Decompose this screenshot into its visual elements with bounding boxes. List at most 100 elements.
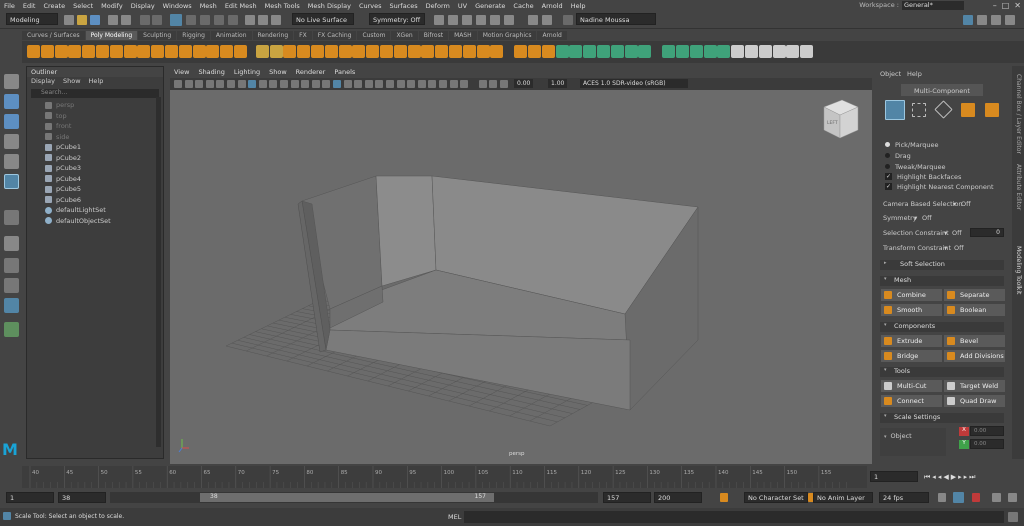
selection-constraint-arrow[interactable]: ▾: [944, 229, 947, 237]
bookmarks-icon[interactable]: [205, 80, 214, 88]
menu-edit[interactable]: Edit: [23, 2, 36, 10]
viewport-menu-show[interactable]: Show: [269, 68, 287, 78]
axis-y-field[interactable]: 0.00: [970, 439, 1004, 449]
sphere-icon[interactable]: [27, 45, 40, 58]
image-plane-icon[interactable]: [216, 80, 225, 88]
lasso-tool-icon[interactable]: [4, 94, 19, 109]
symmetry-arrow[interactable]: ▾: [914, 214, 917, 222]
reduce-icon[interactable]: [352, 45, 366, 58]
smooth-button[interactable]: Smooth: [881, 304, 942, 316]
pick-marquee-radio[interactable]: [885, 142, 890, 147]
svg-icon[interactable]: [269, 45, 283, 58]
move-tool-icon[interactable]: [4, 134, 19, 149]
scale-space-row[interactable]: ▾ Object: [880, 428, 946, 456]
user-account-dropdown[interactable]: Nadine Moussa: [576, 13, 656, 25]
script-editor-icon[interactable]: [1008, 512, 1018, 522]
menu-cache[interactable]: Cache: [513, 2, 533, 10]
auto-key-icon[interactable]: [953, 492, 964, 503]
outliner-search-input[interactable]: Search...: [31, 89, 159, 98]
symmetry-value[interactable]: Off: [922, 214, 932, 222]
center-pivot-icon[interactable]: [786, 45, 800, 58]
outliner-item-top[interactable]: top: [27, 111, 163, 122]
snap-curve-icon[interactable]: [258, 15, 268, 25]
cone-icon[interactable]: [68, 45, 82, 58]
attribute-editor-tab[interactable]: Attribute Editor: [1015, 164, 1022, 210]
menu-file[interactable]: File: [4, 2, 15, 10]
rotate-tool-icon[interactable]: [4, 154, 19, 169]
wireframe-on-shaded-icon[interactable]: [343, 80, 352, 88]
helix-icon[interactable]: [178, 45, 192, 58]
gear-icon[interactable]: [192, 45, 206, 58]
anim-start-field[interactable]: 1: [6, 492, 54, 503]
average-vertices-icon[interactable]: [610, 45, 624, 58]
outliner-item-pcube2[interactable]: pCube2: [27, 153, 163, 164]
mtk-menu-object[interactable]: Object: [880, 70, 901, 78]
uv-layout-icon[interactable]: [703, 45, 717, 58]
torus-icon[interactable]: [82, 45, 96, 58]
range-end-field[interactable]: 157: [603, 492, 651, 503]
close-icon[interactable]: ✕: [1014, 1, 1021, 10]
lock-camera-icon[interactable]: [184, 80, 193, 88]
search-tool-icon[interactable]: [4, 322, 19, 337]
sew-uv-icon[interactable]: [731, 45, 745, 58]
depth-of-field-icon[interactable]: [417, 80, 426, 88]
exposure-icon[interactable]: [478, 80, 487, 88]
playback-buttons[interactable]: ⏮◂◂◀▶▸▸⏭: [924, 473, 977, 482]
time-slider[interactable]: 40 45 50 55 60 65 70 75 80 85 90 95 100 105 110 115 120 1…: [22, 466, 867, 488]
shelf-tab-rigging[interactable]: Rigging: [177, 31, 210, 40]
outliner-item-pcube5[interactable]: pCube5: [27, 184, 163, 195]
loop-icon[interactable]: [938, 493, 946, 502]
outliner-scrollbar[interactable]: [156, 97, 161, 447]
outliner-layout-icon[interactable]: [4, 298, 19, 313]
edge-mask-icon[interactable]: [200, 15, 210, 25]
modeling-toolkit-tab[interactable]: Modeling Toolkit: [1015, 246, 1022, 294]
menuset-dropdown[interactable]: Modeling: [6, 13, 58, 25]
toggle-tool-settings-icon[interactable]: [991, 15, 1001, 25]
uv-planar-icon[interactable]: [624, 45, 638, 58]
select-tool-icon[interactable]: [4, 74, 19, 89]
scene-canvas[interactable]: LEFT persp: [170, 90, 872, 464]
wireframe-icon[interactable]: [322, 80, 331, 88]
combine-icon[interactable]: [283, 45, 297, 58]
fill-hole-icon[interactable]: [338, 45, 352, 58]
character-set-dropdown[interactable]: No Character Set: [744, 492, 808, 503]
anim-end-field[interactable]: 200: [654, 492, 702, 503]
anim-layer-dropdown[interactable]: No Anim Layer: [813, 492, 873, 503]
workspace-dropdown[interactable]: General*: [902, 1, 964, 10]
uv-cylindrical-icon[interactable]: [638, 45, 652, 58]
workspace-selector[interactable]: Workspace : General*: [859, 1, 964, 10]
uv-spherical-icon[interactable]: [662, 45, 676, 58]
highlight-nearest-checkbox[interactable]: ✓: [885, 183, 892, 190]
vertex-mask-icon[interactable]: [186, 15, 196, 25]
select-hierarchy-icon[interactable]: [140, 15, 150, 25]
layout-icon[interactable]: [963, 15, 973, 25]
range-slider-track[interactable]: 38 157: [110, 492, 598, 503]
plane-icon[interactable]: [96, 45, 109, 58]
menu-windows[interactable]: Windows: [163, 2, 192, 10]
components-section[interactable]: ▾ Components: [880, 322, 1004, 332]
xray-joints-icon[interactable]: [449, 80, 458, 88]
single-perspective-layout-icon[interactable]: [4, 236, 19, 251]
cube-front-wall[interactable]: [325, 329, 631, 411]
gate-mask-icon[interactable]: [280, 80, 288, 88]
sweep-mesh-icon[interactable]: [234, 45, 247, 58]
viewport-panel[interactable]: View Shading Lighting Show Renderer Panels 0.…: [170, 68, 872, 464]
textured-icon[interactable]: [354, 80, 363, 88]
boolean-icon[interactable]: [324, 45, 338, 58]
outliner-item-pcube1[interactable]: pCube1: [27, 142, 163, 153]
separate-button[interactable]: Separate: [944, 289, 1005, 301]
object-mode-icon[interactable]: [885, 100, 905, 120]
menu-arnold[interactable]: Arnold: [542, 2, 563, 10]
2d-pan-zoom-icon[interactable]: [227, 80, 235, 88]
save-scene-icon[interactable]: [90, 15, 100, 25]
shelf-tab-animation[interactable]: Animation: [210, 31, 252, 40]
outliner-item-side[interactable]: side: [27, 132, 163, 143]
live-surface-field[interactable]: No Live Surface: [292, 13, 354, 25]
color-management-icon[interactable]: [500, 80, 508, 88]
range-start-field[interactable]: 38: [58, 492, 106, 503]
screen-space-ao-icon[interactable]: [386, 80, 394, 88]
user-icon[interactable]: [563, 15, 573, 25]
delete-history-icon[interactable]: [758, 45, 772, 58]
super-shape-icon[interactable]: [220, 45, 234, 58]
outliner-menu-display[interactable]: Display: [31, 77, 55, 87]
